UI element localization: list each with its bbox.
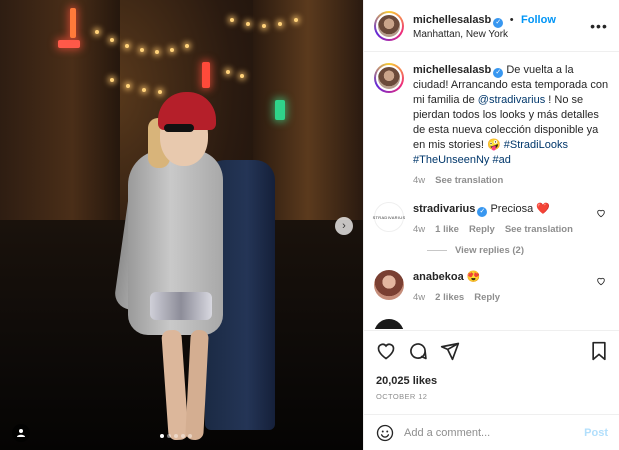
caption: michellesalasb ✓ De vuelta a la ciudad! A… xyxy=(374,63,610,188)
comment-input[interactable] xyxy=(404,426,585,439)
comment-time: 4w xyxy=(413,292,426,303)
more-options-button[interactable]: ••• xyxy=(589,18,609,34)
chevron-right-icon: › xyxy=(342,220,346,232)
carousel-dot xyxy=(181,434,185,438)
neon-sign xyxy=(202,62,210,88)
view-replies-label: View replies (2) xyxy=(455,245,524,256)
post-photo[interactable]: › xyxy=(0,0,363,450)
verified-badge-icon: ✓ xyxy=(477,207,488,217)
user-tag-button[interactable] xyxy=(12,424,30,442)
post-header: michellesalasb ✓ • Follow Manhattan, New … xyxy=(364,0,619,52)
neon-sign xyxy=(275,100,285,120)
carousel-next-button[interactable]: › xyxy=(335,217,353,235)
location-link[interactable]: Manhattan, New York xyxy=(413,29,589,42)
comment-username[interactable]: anabekoa xyxy=(413,271,464,283)
likes-count[interactable]: 20,025 likes xyxy=(376,375,608,387)
view-replies-button[interactable]: View replies (2) xyxy=(427,245,610,256)
photo-building-left xyxy=(0,0,120,240)
neon-sign xyxy=(58,40,80,48)
heart-icon xyxy=(597,277,605,286)
comments-list[interactable]: michellesalasb ✓ De vuelta a la ciudad! A… xyxy=(364,53,619,329)
reply-button[interactable]: Reply xyxy=(469,222,495,237)
mention-link[interactable]: @stradivarius xyxy=(478,94,545,106)
see-translation-link[interactable]: See translation xyxy=(505,222,573,237)
carousel-dots xyxy=(160,434,192,438)
avatar[interactable] xyxy=(374,63,404,93)
bookmark-icon[interactable] xyxy=(590,341,608,361)
reply-button[interactable]: Reply xyxy=(474,290,500,305)
avatar[interactable] xyxy=(374,10,404,41)
comment-text: 😍 xyxy=(466,271,481,283)
author-username[interactable]: michellesalasb xyxy=(413,14,491,26)
post-date: OCTOBER 12 xyxy=(376,392,428,401)
post-side-panel: michellesalasb ✓ • Follow Manhattan, New … xyxy=(363,0,619,450)
heart-icon xyxy=(597,209,605,218)
person-bag xyxy=(150,292,212,320)
comment-username[interactable]: stradivarius xyxy=(413,203,475,215)
carousel-dot xyxy=(188,434,192,438)
neon-sign xyxy=(70,8,76,38)
comment-like-button[interactable] xyxy=(596,276,606,289)
person-sunglasses xyxy=(164,124,194,132)
add-comment-bar: Post xyxy=(364,414,619,450)
verified-badge-icon: ✓ xyxy=(493,68,504,78)
comment-icon[interactable] xyxy=(408,341,428,361)
comment-row: anabekoa 😍 4w 2 likes Reply xyxy=(374,270,610,305)
avatar[interactable] xyxy=(374,270,404,300)
avatar[interactable]: STRADIVARIUS xyxy=(373,202,405,232)
carousel-dot xyxy=(174,434,178,438)
comment-like-button[interactable] xyxy=(596,208,606,221)
comment-likes-link[interactable]: 2 likes xyxy=(435,290,464,305)
follow-button[interactable]: Follow xyxy=(521,14,556,26)
replies-line xyxy=(427,250,447,251)
carousel-dot xyxy=(160,434,164,438)
verified-badge-icon: ✓ xyxy=(493,18,504,29)
heart-icon[interactable] xyxy=(376,341,396,361)
caption-time: 4w xyxy=(413,175,426,186)
comment-text: Preciosa ❤️ xyxy=(490,203,550,215)
caption-username[interactable]: michellesalasb xyxy=(413,64,491,76)
separator-dot: • xyxy=(509,14,514,27)
comment-row: STRADIVARIUS stradivarius ✓ Preciosa ❤️ 4… xyxy=(373,202,610,237)
comment-row-partial xyxy=(374,319,610,329)
post-comment-button[interactable]: Post xyxy=(584,427,608,439)
user-tag-icon xyxy=(17,429,25,437)
comment-time: 4w xyxy=(413,224,426,235)
share-icon[interactable] xyxy=(440,341,460,361)
emoji-icon[interactable] xyxy=(376,424,394,442)
avatar[interactable] xyxy=(374,319,404,329)
comment-likes-link[interactable]: 1 like xyxy=(435,222,459,237)
see-translation-link[interactable]: See translation xyxy=(435,173,503,188)
carousel-dot xyxy=(167,434,171,438)
more-horizontal-icon: ••• xyxy=(590,17,608,34)
